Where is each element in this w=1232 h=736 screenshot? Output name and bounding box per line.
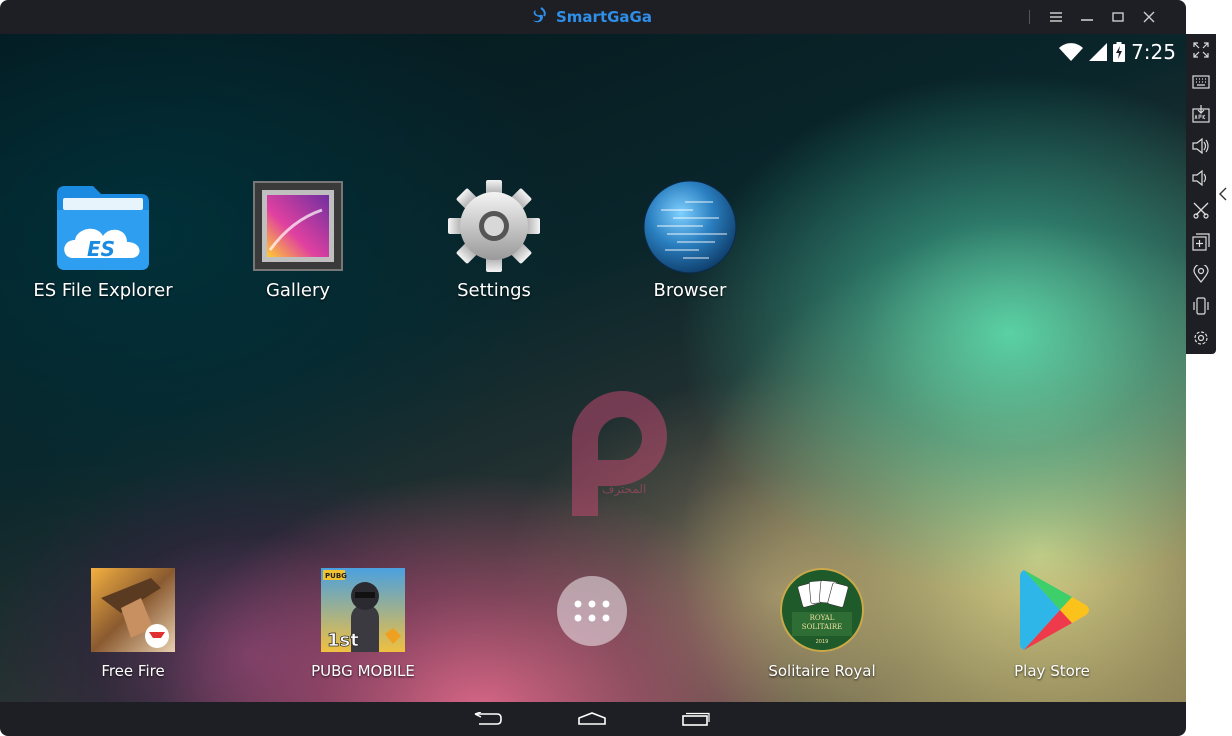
collapse-toolbar-button[interactable] bbox=[1216, 174, 1230, 214]
volume-up-icon bbox=[1192, 138, 1209, 154]
svg-text:ROYAL: ROYAL bbox=[810, 614, 835, 622]
keyboard-icon bbox=[1192, 75, 1210, 89]
watermark-text: المحترف bbox=[602, 482, 647, 496]
app-settings[interactable]: Settings bbox=[434, 180, 554, 301]
smartgaga-logo-icon bbox=[533, 7, 546, 23]
app-play-store[interactable]: Play Store bbox=[1000, 568, 1104, 680]
clock: 7:25 bbox=[1131, 40, 1176, 64]
divider bbox=[1029, 10, 1030, 24]
multi-instance-icon bbox=[1192, 233, 1210, 251]
android-home-screen[interactable]: 7:25 ES ES File Explorer Gallery Setting… bbox=[0, 34, 1186, 702]
navigation-bar bbox=[0, 702, 1186, 736]
recents-icon bbox=[682, 712, 710, 726]
close-button[interactable] bbox=[1133, 0, 1164, 34]
gallery-icon bbox=[253, 181, 343, 271]
app-title: SmartGaGa bbox=[556, 8, 652, 26]
app-label: PUBG MOBILE bbox=[311, 662, 415, 680]
apk-install-icon bbox=[1192, 105, 1210, 123]
minimize-button[interactable] bbox=[1071, 0, 1102, 34]
app-pubg-mobile[interactable]: PUBG 1st PUBG MOBILE bbox=[306, 568, 420, 680]
title-bar: SmartGaGa bbox=[0, 0, 1186, 34]
apk-install-button[interactable] bbox=[1186, 98, 1216, 130]
play-store-icon bbox=[1020, 570, 1089, 650]
settings-button[interactable] bbox=[1186, 322, 1216, 354]
svg-text:1st: 1st bbox=[327, 630, 359, 651]
svg-text:ES: ES bbox=[87, 237, 115, 261]
watermark: المحترف bbox=[562, 386, 672, 521]
maximize-button[interactable] bbox=[1102, 0, 1133, 34]
screenshot-button[interactable] bbox=[1186, 194, 1216, 226]
app-drawer-icon bbox=[574, 600, 610, 622]
es-file-explorer-icon: ES bbox=[57, 186, 149, 270]
app-label: Settings bbox=[457, 280, 531, 301]
fullscreen-button[interactable] bbox=[1186, 34, 1216, 66]
menu-button[interactable] bbox=[1040, 0, 1071, 34]
app-label: Free Fire bbox=[101, 662, 165, 680]
shake-icon bbox=[1193, 297, 1209, 315]
home-button[interactable] bbox=[572, 708, 612, 730]
volume-down-icon bbox=[1192, 170, 1207, 186]
keyboard-button[interactable] bbox=[1186, 66, 1216, 98]
menu-icon bbox=[1049, 12, 1062, 22]
wifi-icon bbox=[1059, 43, 1084, 61]
multi-instance-button[interactable] bbox=[1186, 226, 1216, 258]
browser-globe-icon bbox=[643, 180, 737, 274]
close-icon bbox=[1143, 11, 1154, 23]
side-toolbar bbox=[1186, 34, 1216, 354]
home-icon bbox=[578, 712, 606, 725]
svg-text:SOLITAIRE: SOLITAIRE bbox=[802, 623, 842, 631]
back-button[interactable] bbox=[468, 708, 508, 730]
window-controls bbox=[1029, 0, 1164, 34]
settings-gear-icon bbox=[448, 180, 540, 272]
settings-icon bbox=[1194, 331, 1208, 345]
app-drawer-button[interactable] bbox=[557, 576, 627, 646]
back-icon bbox=[474, 712, 502, 725]
app-free-fire[interactable]: Free Fire bbox=[78, 568, 188, 680]
svg-text:PUBG: PUBG bbox=[325, 572, 347, 580]
brand: SmartGaGa bbox=[532, 6, 652, 28]
maximize-icon bbox=[1111, 12, 1124, 22]
app-browser[interactable]: Browser bbox=[630, 180, 750, 301]
fullscreen-icon bbox=[1193, 42, 1209, 58]
status-bar: 7:25 bbox=[1059, 40, 1176, 64]
svg-text:2019: 2019 bbox=[816, 639, 829, 645]
volume-down-button[interactable] bbox=[1186, 162, 1216, 194]
app-label: Solitaire Royal bbox=[768, 662, 876, 680]
app-es-file-explorer[interactable]: ES ES File Explorer bbox=[33, 180, 173, 301]
recents-button[interactable] bbox=[676, 708, 716, 730]
screenshot-scissors-icon bbox=[1193, 202, 1209, 219]
solitaire-royal-icon: ROYAL SOLITAIRE 2019 bbox=[780, 568, 864, 652]
app-gallery[interactable]: Gallery bbox=[238, 180, 358, 301]
location-icon bbox=[1193, 265, 1209, 283]
minimize-icon bbox=[1080, 19, 1093, 21]
app-label: Browser bbox=[653, 280, 727, 301]
volume-up-button[interactable] bbox=[1186, 130, 1216, 162]
chevron-left-icon bbox=[1219, 187, 1227, 201]
free-fire-icon bbox=[91, 568, 175, 652]
app-label: ES File Explorer bbox=[33, 280, 173, 301]
app-solitaire-royal[interactable]: ROYAL SOLITAIRE 2019 Solitaire Royal bbox=[766, 568, 878, 680]
signal-icon bbox=[1089, 43, 1108, 61]
watermark-logo-icon bbox=[572, 391, 667, 516]
battery-charging-icon bbox=[1113, 42, 1126, 62]
app-label: Gallery bbox=[265, 280, 331, 301]
shake-button[interactable] bbox=[1186, 290, 1216, 322]
app-label: Play Store bbox=[1014, 662, 1090, 680]
pubg-mobile-icon: PUBG 1st bbox=[321, 568, 405, 652]
location-button[interactable] bbox=[1186, 258, 1216, 290]
